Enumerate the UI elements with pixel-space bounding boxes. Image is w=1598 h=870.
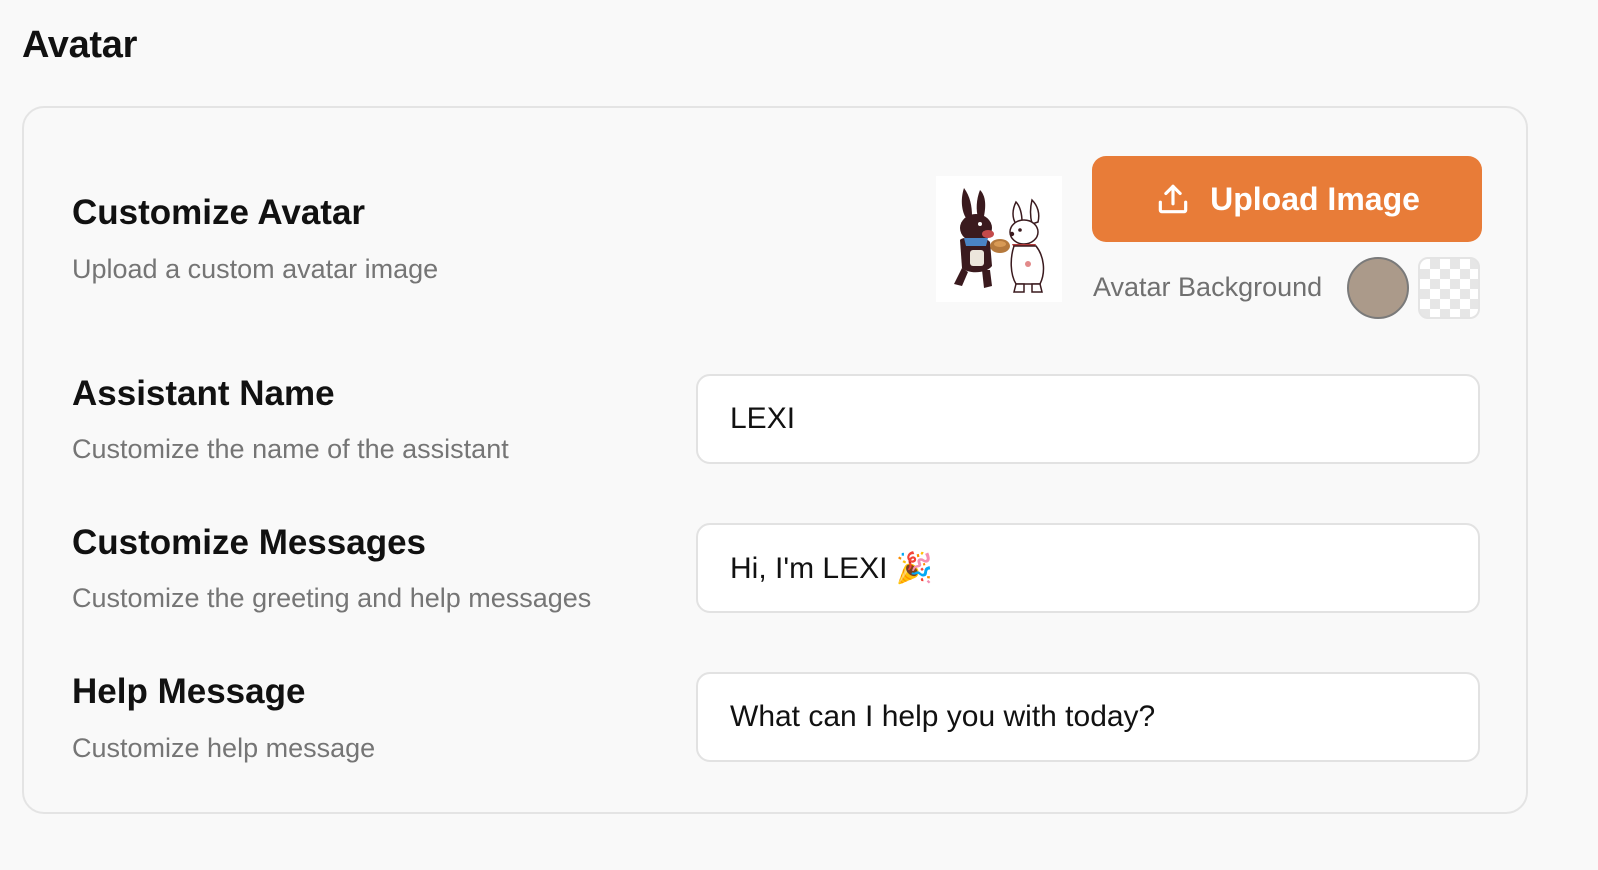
help-message-label: Help Message	[72, 672, 306, 711]
assistant-name-label: Assistant Name	[72, 374, 335, 413]
customize-avatar-label: Customize Avatar	[72, 193, 366, 232]
upload-icon	[1154, 180, 1192, 218]
upload-image-button[interactable]: Upload Image	[1092, 156, 1482, 242]
upload-image-label: Upload Image	[1210, 180, 1420, 217]
greeting-message-input[interactable]	[696, 523, 1480, 613]
avatar-background-transparent-swatch[interactable]	[1418, 257, 1480, 319]
help-message-input[interactable]	[696, 672, 1480, 762]
customize-messages-description: Customize the greeting and help messages	[72, 583, 592, 613]
assistant-name-input[interactable]	[696, 374, 1480, 464]
help-message-description: Customize help message	[72, 733, 376, 763]
assistant-name-description: Customize the name of the assistant	[72, 434, 509, 464]
avatar-preview-image	[936, 176, 1062, 302]
customize-avatar-description: Upload a custom avatar image	[72, 254, 439, 284]
avatar-background-color-swatch[interactable]	[1347, 257, 1409, 319]
customize-messages-label: Customize Messages	[72, 523, 427, 562]
avatar-settings-card: Customize Avatar Upload a custom avatar …	[22, 106, 1528, 814]
avatar-settings-page: Avatar Customize Avatar Upload a custom …	[0, 0, 1598, 870]
avatar-illustration	[954, 188, 1045, 293]
avatar-background-label: Avatar Background	[1093, 272, 1323, 302]
section-title: Avatar	[22, 24, 138, 66]
